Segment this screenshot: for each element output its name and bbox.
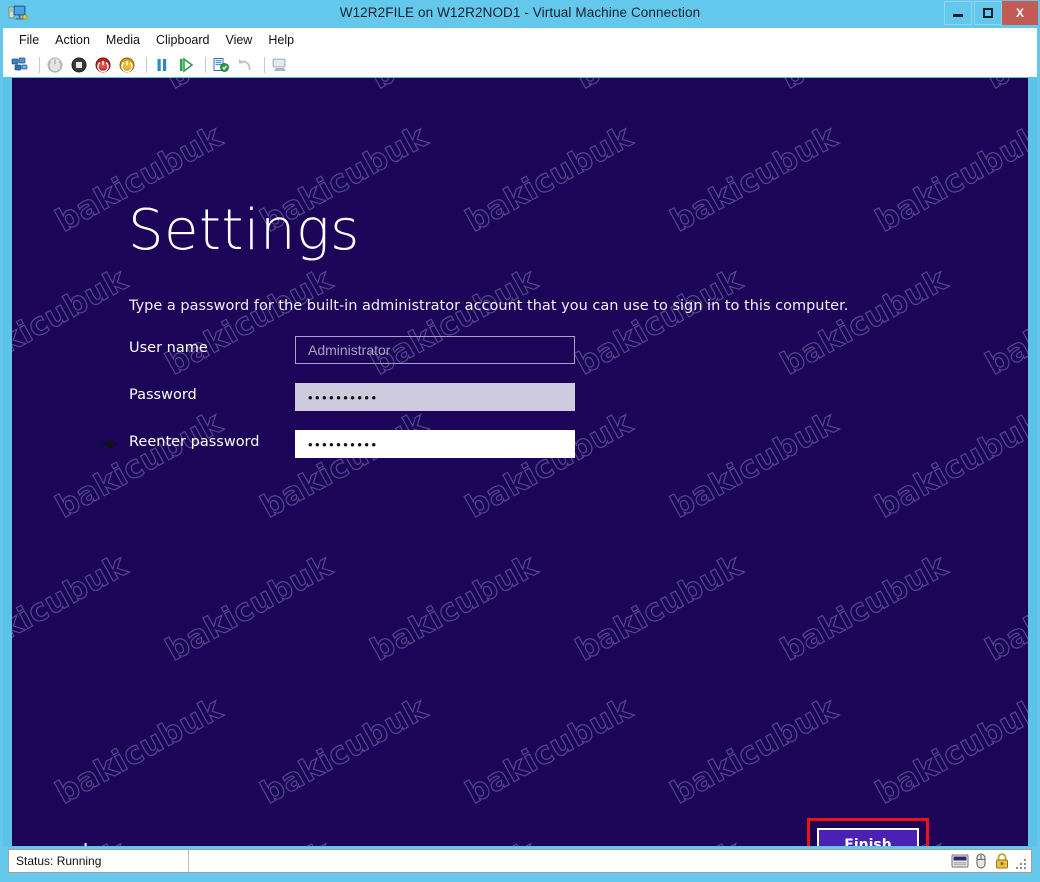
label-user-name: User name xyxy=(129,340,208,356)
intro-text: Type a password for the built-in adminis… xyxy=(129,298,849,314)
toolbar-separator-4 xyxy=(264,56,265,73)
virtual-machine-connection-window: W12R2FILE on W12R2NOD1 - Virtual Machine… xyxy=(0,0,1040,882)
save-state-icon[interactable] xyxy=(117,56,137,74)
revert-icon xyxy=(235,56,255,74)
window-title: W12R2FILE on W12R2NOD1 - Virtual Machine… xyxy=(339,5,701,20)
resize-grip[interactable] xyxy=(1016,858,1027,870)
oobe-settings-page: Settings Type a password for the built-i… xyxy=(12,78,1028,846)
start-icon xyxy=(45,56,65,74)
menu-item-media[interactable]: Media xyxy=(98,31,148,49)
toolbar-separator-1 xyxy=(39,56,40,73)
lock-icon xyxy=(993,852,1011,870)
eye-reveal-password-icon[interactable] xyxy=(101,436,119,452)
menu-item-view[interactable]: View xyxy=(217,31,260,49)
label-reenter-password: Reenter password xyxy=(129,434,260,450)
close-icon: X xyxy=(1015,6,1024,20)
keyboard-icon xyxy=(951,852,969,870)
mouse-icon xyxy=(972,852,990,870)
toolbar xyxy=(3,52,1037,77)
maximize-button[interactable] xyxy=(974,1,1002,25)
status-bar: Status: Running xyxy=(8,849,1032,873)
status-bar-icons xyxy=(951,852,1031,870)
vm-screen[interactable]: bakicubuk bakicubuk bakicubuk bakicubuk baki… xyxy=(12,78,1028,846)
checkpoint-icon[interactable] xyxy=(211,56,231,74)
reenter-password-input[interactable]: •••••••••• xyxy=(295,430,575,458)
finish-button[interactable]: Finish xyxy=(817,828,919,846)
close-button[interactable]: X xyxy=(1002,1,1038,25)
menu-item-clipboard[interactable]: Clipboard xyxy=(148,31,218,49)
title-bar: W12R2FILE on W12R2NOD1 - Virtual Machine… xyxy=(0,0,1040,28)
status-text: Status: Running xyxy=(9,850,189,872)
ease-of-access-icon[interactable] xyxy=(74,840,98,846)
resume-icon[interactable] xyxy=(176,56,196,74)
enhanced-session-icon xyxy=(270,56,290,74)
toolbar-separator-2 xyxy=(146,56,147,73)
maximize-icon xyxy=(983,8,993,18)
minimize-icon xyxy=(953,14,963,17)
label-password: Password xyxy=(129,387,197,403)
menu-bar: File Action Media Clipboard View Help xyxy=(3,28,1037,52)
minimize-button[interactable] xyxy=(944,1,972,25)
toolbar-separator-3 xyxy=(205,56,206,73)
user-name-input[interactable]: Administrator xyxy=(295,336,575,364)
page-title: Settings xyxy=(128,198,360,263)
shut-down-icon[interactable] xyxy=(93,56,113,74)
password-input[interactable]: •••••••••• xyxy=(295,383,575,411)
turn-off-icon[interactable] xyxy=(69,56,89,74)
pause-icon[interactable] xyxy=(152,56,172,74)
menu-item-help[interactable]: Help xyxy=(260,31,302,49)
ctrl-alt-delete-icon[interactable] xyxy=(10,56,30,74)
menu-item-action[interactable]: Action xyxy=(47,31,98,49)
menu-item-file[interactable]: File xyxy=(11,31,47,49)
